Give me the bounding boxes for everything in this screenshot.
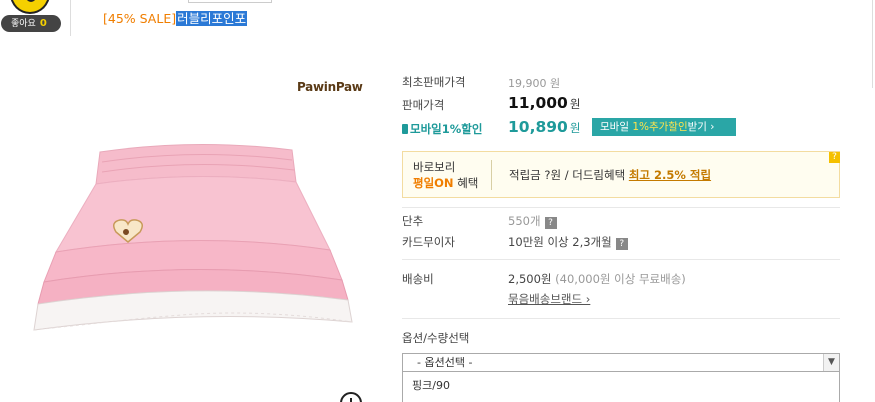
brand-logo: PawinPaw bbox=[297, 80, 363, 94]
tab-stub bbox=[188, 0, 272, 3]
mobile-discount-label: 모바일1%할인 bbox=[402, 121, 482, 137]
divider bbox=[402, 259, 840, 260]
mobile-price: 10,890 원 bbox=[508, 118, 580, 136]
product-title: [45% SALE]러블리포인포 bbox=[103, 8, 248, 27]
chevron-down-icon[interactable]: ▼ bbox=[823, 354, 839, 371]
unit-label: 단추 bbox=[402, 214, 424, 228]
divider bbox=[402, 318, 840, 319]
help-icon[interactable]: ? bbox=[544, 217, 557, 229]
benefit-text: 적립금 ?원 / 더드림혜택 최고 2.5% 적립 bbox=[509, 168, 712, 182]
divider bbox=[402, 207, 840, 208]
help-icon[interactable]: ? bbox=[615, 238, 628, 250]
mobile-price-value: 10,890 bbox=[508, 118, 568, 136]
zoom-icon[interactable] bbox=[340, 392, 362, 402]
sale-prefix: [45% SALE] bbox=[103, 11, 177, 26]
sale-price-label: 판매가격 bbox=[402, 98, 445, 112]
shipping-value: 2,500원 (40,000원 이상 무료배송) bbox=[508, 272, 686, 286]
options-title: 옵션/수량선택 bbox=[402, 331, 470, 345]
option-list: 핑크/90 bbox=[402, 372, 840, 402]
sale-price-value: 11,000 bbox=[508, 94, 568, 112]
card-value: 10만원 이상 2,3개월? bbox=[508, 234, 628, 250]
sale-price: 11,000 원 bbox=[508, 94, 580, 112]
mobile-price-unit: 원 bbox=[569, 121, 581, 135]
product-name-highlight: 러블리포인포 bbox=[176, 11, 248, 26]
card-label: 카드무이자 bbox=[402, 235, 455, 249]
original-price-value: 19,900 원 bbox=[508, 77, 561, 90]
bundle-shipping-link[interactable]: 묶음배송브랜드 › bbox=[508, 291, 590, 307]
shipping-label: 배송비 bbox=[402, 272, 434, 286]
top-bar: 좋아요 0 [45% SALE]러블리포인포 bbox=[0, 0, 875, 40]
product-image[interactable] bbox=[30, 140, 360, 350]
smiley-icon bbox=[10, 0, 50, 14]
like-button[interactable]: 좋아요 0 bbox=[1, 15, 61, 32]
divider bbox=[872, 0, 873, 88]
phone-icon bbox=[402, 124, 408, 134]
like-count: 0 bbox=[39, 18, 47, 29]
sale-price-unit: 원 bbox=[569, 97, 581, 111]
like-widget[interactable]: 좋아요 0 bbox=[0, 0, 70, 40]
option-select-value: - 옵션선택 - bbox=[417, 356, 473, 369]
option-item[interactable]: 핑크/90 bbox=[412, 377, 450, 393]
divider bbox=[70, 0, 71, 36]
like-label: 좋아요 bbox=[11, 19, 36, 29]
benefit-box: 바로보리 평일ON 혜택 적립금 ?원 / 더드림혜택 최고 2.5% 적립 ? bbox=[402, 151, 840, 198]
benefit-title: 바로보리 평일ON 혜택 bbox=[413, 160, 479, 190]
benefit-link[interactable]: 최고 2.5% 적립 bbox=[629, 168, 711, 182]
original-price-label: 최초판매가격 bbox=[402, 75, 466, 89]
help-icon[interactable]: ? bbox=[829, 152, 840, 163]
unit-value: 550개? bbox=[508, 213, 557, 229]
mobile-discount-button[interactable]: 모바일 1%추가할인받기 › bbox=[592, 118, 736, 136]
divider bbox=[491, 160, 492, 190]
option-select[interactable]: - 옵션선택 - ▼ bbox=[402, 353, 840, 372]
